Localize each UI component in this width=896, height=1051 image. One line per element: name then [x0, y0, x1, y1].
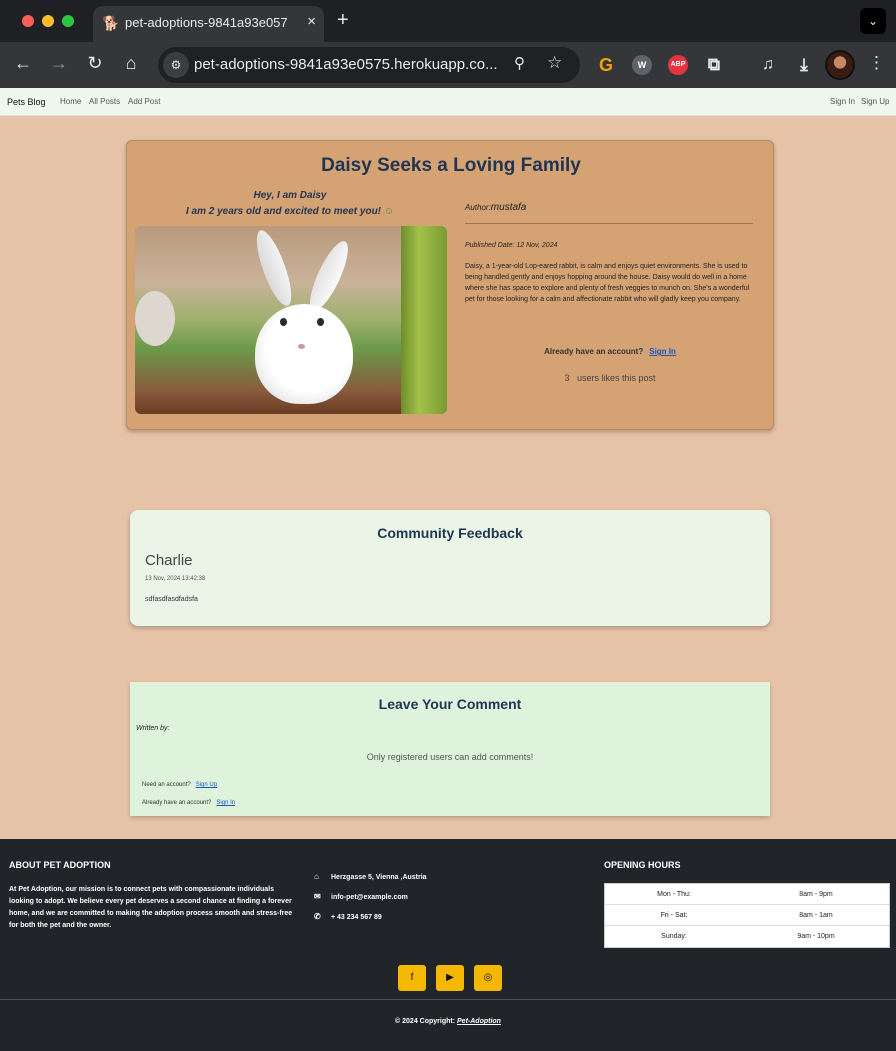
written-by-label: Written by: — [136, 725, 170, 732]
reload-icon[interactable]: ↻ — [83, 53, 107, 74]
email-row: ✉ info-pet@example.com — [314, 892, 408, 901]
sign-up-link[interactable]: Sign Up — [196, 782, 217, 788]
greeting-line-1: Hey, I am Daisy — [253, 190, 327, 201]
smile-icon: ☺ — [383, 206, 395, 217]
rabbit-photo — [135, 226, 447, 414]
window-zoom-button[interactable] — [62, 15, 74, 27]
nav-sign-in-link[interactable]: Sign In — [830, 97, 855, 106]
copyright-link[interactable]: Pet-Adoption — [457, 1018, 501, 1025]
browser-tab-strip: 🐕 pet-adoptions-9841a93e057 × + ⌄ — [0, 0, 896, 42]
tab-title: pet-adoptions-9841a93e057 — [125, 15, 288, 30]
post-author: Author:mustafa — [465, 202, 526, 213]
author-label: Author: — [465, 203, 491, 212]
published-date: Published Date: 12 Nov, 2024 — [465, 242, 558, 249]
account-prompt-text: Already have an account? — [544, 347, 644, 356]
table-row: Sunday: 9am - 10pm — [605, 926, 889, 947]
table-row: Fri - Sat: 8am - 1am — [605, 905, 889, 926]
post-title: Daisy Seeks a Loving Family — [321, 155, 581, 176]
post-account-prompt: Already have an account? Sign In — [465, 347, 755, 356]
download-icon[interactable]: ⤓ — [794, 55, 814, 75]
likes-count: 3 — [564, 373, 570, 383]
comment-text: sdfasdfasdfadsfa — [145, 596, 198, 603]
leave-comment-title: Leave Your Comment — [378, 696, 522, 712]
bookmark-star-icon[interactable]: ☆ — [547, 53, 562, 73]
nav-sign-up-link[interactable]: Sign Up — [861, 97, 889, 106]
address-text: Herzgasse 5, Vienna ,Austria — [331, 874, 427, 881]
hours-time: 9am - 10pm — [797, 933, 835, 940]
media-control-icon[interactable]: ♫ — [758, 55, 778, 75]
hours-day: Sunday: — [661, 933, 687, 940]
zoom-icon[interactable]: ⚲ — [514, 54, 525, 72]
url-text[interactable]: pet-adoptions-9841a93e0575.herokuapp.co.… — [194, 56, 504, 73]
home-icon: ⌂ — [314, 872, 319, 881]
leave-comment-card: Leave Your Comment Written by: Only regi… — [130, 682, 770, 816]
brand-link[interactable]: Pets Blog — [7, 97, 46, 107]
hours-day: Mon - Thu: — [657, 890, 691, 898]
adblock-icon[interactable]: ABP — [668, 55, 688, 75]
hours-day: Fri - Sat: — [660, 911, 688, 919]
youtube-icon[interactable]: ▶ — [436, 965, 464, 991]
author-name: mustafa — [490, 202, 527, 213]
hours-title: OPENING HOURS — [604, 860, 681, 870]
home-icon[interactable]: ⌂ — [119, 53, 143, 74]
nav-add-post-link[interactable]: Add Post — [128, 97, 160, 106]
site-navbar: Pets Blog Home All Posts Add Post Sign I… — [0, 88, 896, 116]
nav-home-link[interactable]: Home — [60, 97, 81, 106]
more-menu-icon[interactable]: ⋮ — [868, 53, 885, 73]
hours-table: Mon - Thu: 8am - 9pm Fri - Sat: 8am - 1a… — [604, 883, 890, 948]
copyright-text: © 2024 Copyright: — [395, 1018, 456, 1025]
site-footer: ABOUT PET ADOPTION At Pet Adoption, our … — [0, 839, 896, 1051]
window-minimize-button[interactable] — [42, 15, 54, 27]
need-account-line: Need an account? Sign Up — [142, 782, 217, 788]
have-account-line: Already have an account? Sign In — [142, 800, 235, 806]
forward-arrow-icon[interactable]: → — [47, 53, 71, 74]
post-card: Daisy Seeks a Loving Family Hey, I am Da… — [126, 140, 774, 430]
about-title: ABOUT PET ADOPTION — [9, 860, 111, 870]
likes-info: 3 users likes this post — [465, 373, 755, 383]
window-close-button[interactable] — [22, 15, 34, 27]
site-settings-icon[interactable]: ⚙ — [163, 52, 189, 78]
need-account-text: Need an account? — [142, 782, 191, 788]
pet-greeting: Hey, I am Daisy I am 2 years old and exc… — [135, 188, 445, 220]
table-row: Mon - Thu: 8am - 9pm — [605, 884, 889, 905]
instagram-icon[interactable]: ◎ — [474, 965, 502, 991]
about-text: At Pet Adoption, our mission is to conne… — [9, 886, 293, 929]
email-text: info-pet@example.com — [331, 894, 408, 901]
hours-time: 8am - 1am — [799, 911, 833, 919]
feedback-title: Community Feedback — [377, 525, 523, 541]
post-body: Daisy, a 1-year-old Lop-eared rabbit, is… — [465, 263, 750, 303]
comment-time: 13 Nov, 2024 13:42:38 — [145, 576, 206, 582]
address-bar[interactable]: ⚙ pet-adoptions-9841a93e0575.herokuapp.c… — [158, 47, 580, 83]
footer-divider — [0, 999, 896, 1000]
community-feedback-card: Community Feedback Charlie 13 Nov, 2024 … — [130, 510, 770, 626]
new-tab-button[interactable]: + — [337, 9, 349, 32]
divider — [465, 223, 753, 224]
likes-text: users likes this post — [577, 373, 656, 383]
extensions-puzzle-icon[interactable]: ⧉ — [704, 55, 724, 75]
browser-toolbar: ← → ↻ ⌂ ⚙ pet-adoptions-9841a93e0575.her… — [0, 42, 896, 88]
facebook-icon[interactable]: f — [398, 965, 426, 991]
extension-g-icon[interactable]: G — [596, 55, 616, 75]
close-icon[interactable]: × — [307, 13, 316, 30]
dog-favicon-icon: 🐕 — [102, 15, 120, 31]
profile-avatar[interactable] — [825, 50, 855, 80]
sign-in-link[interactable]: Sign In — [216, 800, 235, 806]
extension-w-icon[interactable]: W — [632, 55, 652, 75]
comment-author: Charlie — [145, 552, 193, 569]
browser-tab[interactable]: 🐕 pet-adoptions-9841a93e057 × — [93, 6, 324, 42]
phone-icon: ✆ — [314, 912, 321, 921]
envelope-icon: ✉ — [314, 892, 321, 901]
address-row: ⌂ Herzgasse 5, Vienna ,Austria — [314, 872, 427, 881]
copyright: © 2024 Copyright: Pet-Adoption — [0, 1018, 896, 1025]
have-account-text: Already have an account? — [142, 800, 212, 806]
greeting-line-2: I am 2 years old and excited to meet you… — [185, 206, 382, 217]
chevron-down-icon[interactable]: ⌄ — [860, 8, 886, 34]
nav-all-posts-link[interactable]: All Posts — [89, 97, 120, 106]
back-arrow-icon[interactable]: ← — [11, 53, 35, 74]
hours-time: 8am - 9pm — [799, 890, 833, 898]
post-sign-in-link[interactable]: Sign In — [649, 347, 676, 356]
registered-only-notice: Only registered users can add comments! — [366, 752, 534, 762]
phone-text: + 43 234 567 89 — [331, 914, 382, 921]
phone-row: ✆ + 43 234 567 89 — [314, 912, 382, 921]
